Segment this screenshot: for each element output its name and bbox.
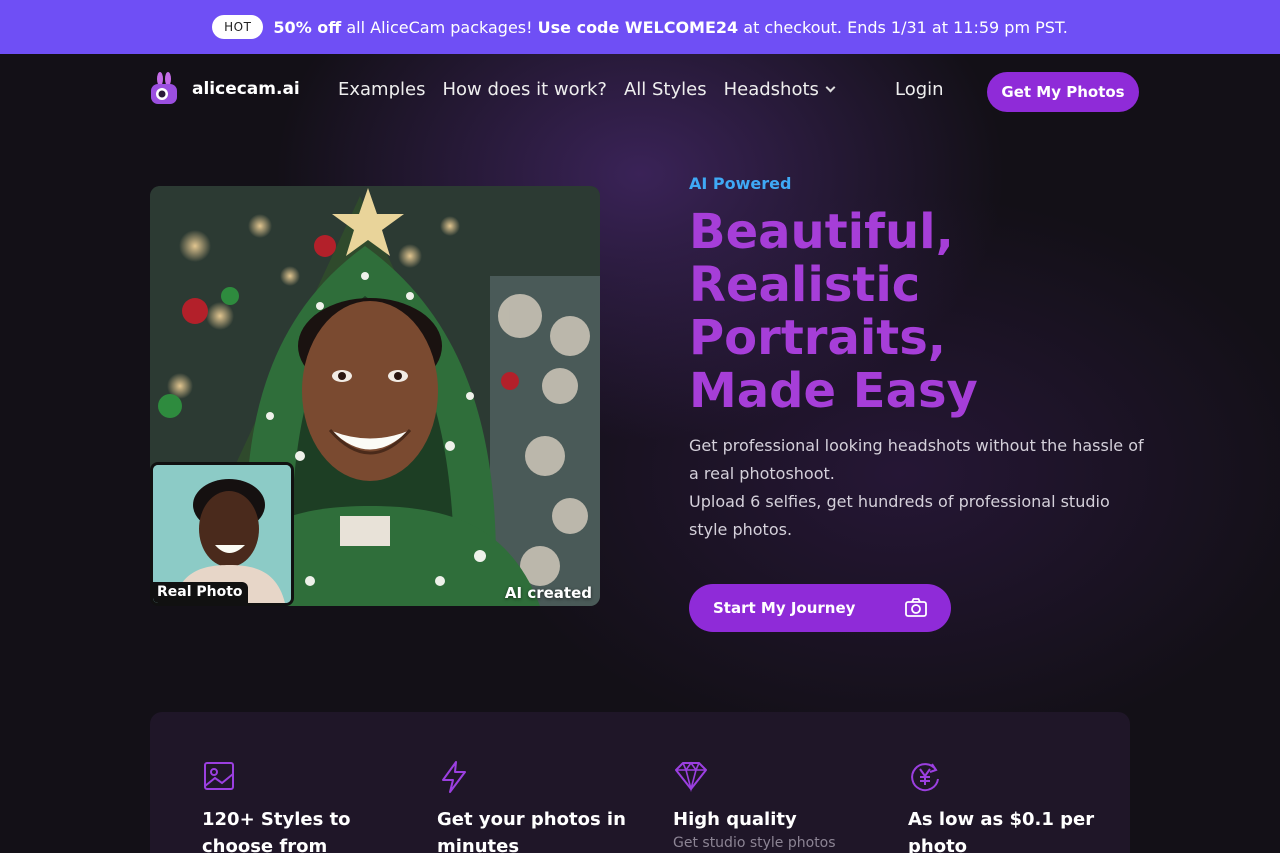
ai-created-label: AI created: [504, 584, 592, 602]
yen-cycle-icon: [908, 760, 1108, 796]
promo-text-2: at checkout. Ends 1/31 at 11:59 pm PST.: [743, 17, 1068, 37]
bunny-camera-icon: [150, 72, 178, 106]
hero-headline: Beautiful, Realistic Portraits, Made Eas…: [689, 206, 1159, 418]
nav-examples[interactable]: Examples: [338, 79, 425, 100]
hero-subtext-2: Upload 6 selfies, get hundreds of profes…: [689, 492, 1110, 539]
feature-desc: Get studio style photos: [673, 835, 836, 851]
lightning-icon: [437, 760, 637, 796]
promo-text-1: all AliceCam packages!: [346, 17, 533, 37]
nav-all-styles[interactable]: All Styles: [624, 79, 707, 100]
start-my-journey-button[interactable]: Start My Journey: [689, 584, 951, 632]
promo-banner[interactable]: HOT 50% off all AliceCam packages! Use c…: [0, 0, 1280, 54]
brand-logo[interactable]: alicecam.ai: [150, 72, 300, 106]
feature-title: Get your photos in minutes: [437, 809, 626, 853]
feature-title: High quality: [673, 809, 797, 830]
promo-highlight: 50% off: [273, 17, 342, 37]
feature-title: 120+ Styles to choose from: [202, 809, 351, 853]
feature-title: As low as $0.1 per photo: [908, 809, 1095, 853]
hero-subtext-1: Get professional looking headshots witho…: [689, 436, 1144, 483]
nav-headshots-label: Headshots: [723, 79, 819, 100]
headline-line-3: Portraits,: [689, 310, 947, 366]
get-my-photos-button[interactable]: Get My Photos: [987, 72, 1139, 112]
real-photo-inset: Real Photo: [150, 462, 294, 606]
hero-subtext: Get professional looking headshots witho…: [689, 432, 1149, 544]
real-photo-label: Real Photo: [153, 582, 248, 603]
camera-icon: [905, 598, 927, 622]
promo-text: 50% off all AliceCam packages! Use code …: [273, 18, 1067, 37]
headline-line-2: Realistic: [689, 257, 921, 313]
feature-speed: Get your photos in minutes: [437, 760, 637, 853]
promo-code: Use code WELCOME24: [537, 17, 739, 37]
brand-name: alicecam.ai: [192, 79, 300, 99]
ai-powered-eyebrow: AI Powered: [689, 174, 792, 193]
features-panel: 120+ Styles to choose from Get your phot…: [150, 712, 1130, 853]
login-link[interactable]: Login: [895, 79, 944, 100]
feature-styles: 120+ Styles to choose from: [202, 760, 402, 853]
start-my-journey-label: Start My Journey: [713, 599, 856, 617]
headline-line-1: Beautiful,: [689, 204, 954, 260]
diamond-icon: [673, 760, 873, 796]
nav-how-it-works[interactable]: How does it work?: [442, 79, 607, 100]
nav-links: Examples How does it work? All Styles He…: [338, 79, 836, 100]
chevron-down-icon: [825, 82, 836, 93]
feature-price: As low as $0.1 per photo: [908, 760, 1108, 853]
top-nav: alicecam.ai Examples How does it work? A…: [0, 54, 1280, 130]
hot-badge: HOT: [212, 15, 264, 39]
feature-quality: High quality Get studio style photos: [673, 760, 873, 851]
image-icon: [202, 760, 402, 796]
headline-line-4: Made Easy: [689, 363, 978, 419]
nav-headshots[interactable]: Headshots: [723, 79, 836, 100]
